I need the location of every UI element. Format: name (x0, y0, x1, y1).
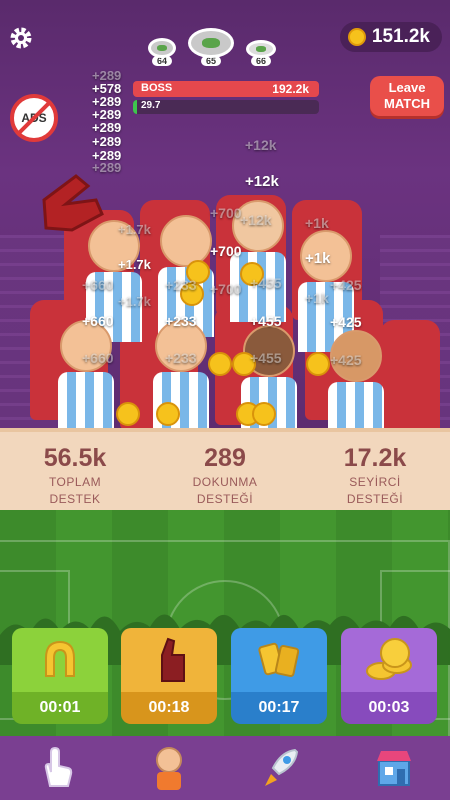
coin-balance: 151.2k (339, 22, 442, 52)
tap-icon (45, 746, 73, 787)
crowd-popup: +700 (210, 205, 242, 221)
crowd-popup: +233 (165, 313, 197, 329)
crowd-popup: +455 (250, 313, 282, 329)
tap-popup: +289 (92, 120, 122, 135)
booster-horseshoe[interactable]: 00:01 (12, 628, 108, 724)
booster-timer: 00:03 (341, 692, 437, 724)
crowd-popup: +660 (82, 313, 114, 329)
fan-icon (155, 747, 182, 790)
crowd-popup: +660 (82, 277, 114, 293)
coin-pile-icon (366, 638, 412, 680)
stat-total-support: 56.5k TOPLAM DESTEK (0, 432, 150, 510)
crowd-popup: +1.7k (118, 257, 151, 272)
leave-match-button[interactable]: Leave MATCH (370, 76, 444, 116)
stat-label: SEYİRCİ (349, 475, 401, 489)
crowd-popup: +425 (330, 314, 362, 330)
crowd-popup: +455 (250, 350, 282, 366)
horseshoe-icon (45, 640, 75, 677)
coin-drop[interactable] (116, 402, 140, 426)
fan[interactable] (58, 320, 114, 430)
shop-icon (376, 751, 411, 786)
ads-label: ADS (21, 111, 47, 125)
crowd-popup: +1k (305, 290, 329, 306)
stadium-66[interactable]: 66 (246, 40, 276, 66)
foam-finger-icon (42, 174, 104, 232)
crowd-popup: +1.7k (118, 294, 151, 309)
crowd-popup: +1k (305, 250, 331, 267)
stat-value: 56.5k (43, 444, 107, 472)
booster-timer: 00:17 (231, 692, 327, 724)
crowd-popup: +1k (305, 215, 329, 231)
coin-drop[interactable] (252, 402, 276, 426)
crowd-popup: +700 (210, 281, 242, 297)
booster-timer: 00:01 (12, 692, 108, 724)
stadium-icon (246, 40, 276, 58)
settings-gear-icon[interactable] (8, 25, 34, 51)
booster-art (231, 628, 327, 692)
stat-tap-support: 289 DOKUNMA DESTEĞİ (150, 432, 300, 510)
tap-popup: +289 (92, 160, 122, 175)
booster-timer: 00:18 (121, 692, 217, 724)
coin-icon (347, 28, 366, 46)
booster-art (121, 628, 217, 692)
crowd-popup: +1.7k (118, 222, 151, 237)
booster-coin-pile[interactable]: 00:03 (341, 628, 437, 724)
stat-value: 17.2k (343, 444, 407, 472)
nav-fan[interactable] (113, 736, 226, 800)
player-support-value: 29.7 (141, 100, 161, 111)
stadium-64[interactable]: 64 (148, 38, 176, 66)
stat-value: 289 (204, 444, 246, 472)
crowd-popup: +12k (240, 212, 272, 228)
player-support-bar: 29.7 (133, 100, 319, 114)
coin-amount: 151.2k (371, 26, 430, 47)
bottom-nav (0, 736, 450, 800)
stat-label: TOPLAM (48, 475, 102, 489)
match-label: MATCH (384, 96, 430, 111)
crowd-popup: +12k (245, 173, 279, 190)
tap-popup: +289 (92, 134, 122, 149)
booster-foam-finger[interactable]: 00:18 (121, 628, 217, 724)
stat-label: DESTEĞİ (196, 492, 254, 506)
booster-cards[interactable]: 00:17 (231, 628, 327, 724)
player-support-fill (133, 100, 137, 114)
boss-label: BOSS (141, 82, 173, 94)
crowd-popup: +425 (330, 277, 362, 293)
stadium-stage[interactable]: +289 +578 +289 +289 +289 +289 +289 +289 … (0, 0, 450, 430)
booster-art (341, 628, 437, 692)
stat-label: DOKUNMA (192, 475, 258, 489)
stat-crowd-support: 17.2k SEYİRCİ DESTEĞİ (300, 432, 450, 510)
crowd-popup: +233 (165, 277, 197, 293)
stat-label: DESTEK (49, 492, 101, 506)
coin-drop[interactable] (156, 402, 180, 426)
cards-icon (258, 642, 300, 678)
crowd-popup: +425 (330, 352, 362, 368)
crowd-popup: +455 (250, 275, 282, 291)
nav-tap[interactable] (0, 736, 113, 800)
stadium-icon (148, 38, 176, 58)
coin-drop[interactable] (208, 352, 232, 376)
coin-drop[interactable] (306, 352, 330, 376)
stadium-icon (188, 28, 234, 58)
crowd-popup: +660 (82, 350, 114, 366)
stats-panel: 56.5k TOPLAM DESTEK 289 DOKUNMA DESTEĞİ … (0, 428, 450, 510)
stat-label: DESTEĞİ (346, 492, 404, 506)
nav-rocket[interactable] (225, 736, 338, 800)
booster-art (12, 628, 108, 692)
boss-health-bar: BOSS 192.2k (133, 81, 319, 97)
crowd-popup: +233 (165, 350, 197, 366)
crowd-popup: +700 (210, 243, 242, 259)
fan[interactable] (328, 330, 384, 430)
rocket-icon (265, 748, 299, 786)
boss-value: 192.2k (272, 82, 309, 96)
nav-shop[interactable] (338, 736, 450, 800)
seat (380, 320, 440, 430)
foam-finger-icon (161, 637, 185, 682)
stadium-selector: 64 65 66 (148, 28, 276, 66)
no-ads-button[interactable]: ADS (10, 94, 58, 142)
leave-label: Leave (388, 80, 426, 95)
stadium-65[interactable]: 65 (188, 28, 234, 66)
crowd-popup: +12k (245, 137, 277, 153)
